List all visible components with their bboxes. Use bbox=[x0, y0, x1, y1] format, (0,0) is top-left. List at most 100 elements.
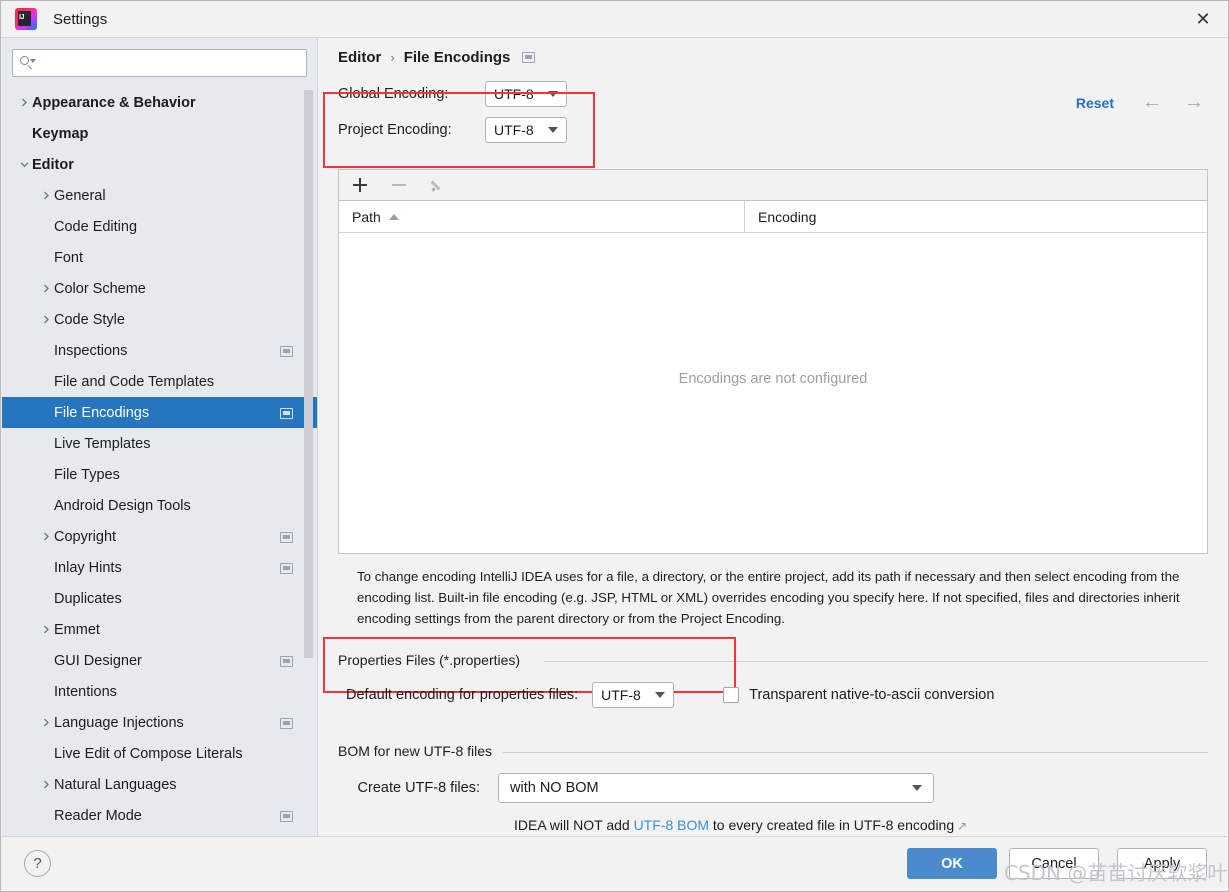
create-utf8-row: Create UTF-8 files: with NO BOM bbox=[346, 773, 934, 803]
create-utf8-value: with NO BOM bbox=[510, 780, 599, 796]
sidebar-item-intentions[interactable]: Intentions bbox=[2, 676, 317, 707]
panel-icon bbox=[280, 345, 293, 357]
chevron-down-icon[interactable] bbox=[16, 160, 32, 169]
sidebar-item-copyright[interactable]: Copyright bbox=[2, 521, 317, 552]
sidebar-item-label: Natural Languages bbox=[54, 776, 177, 793]
properties-encoding-dropdown[interactable]: UTF-8 bbox=[592, 682, 675, 708]
panel-icon bbox=[280, 717, 293, 729]
transparent-conversion-checkbox[interactable] bbox=[723, 687, 740, 703]
cancel-button[interactable]: Cancel bbox=[1009, 848, 1099, 879]
nav-forward-icon[interactable]: → bbox=[1181, 91, 1207, 113]
chevron-down-icon bbox=[548, 127, 558, 133]
table-body: Encodings are not configured bbox=[339, 233, 1207, 552]
sidebar-item-code-style[interactable]: Code Style bbox=[2, 304, 317, 335]
sidebar-item-natural-languages[interactable]: Natural Languages bbox=[2, 769, 317, 800]
global-encoding-dropdown[interactable]: UTF-8 bbox=[485, 81, 567, 107]
chevron-down-icon bbox=[912, 785, 922, 791]
encodings-description: To change encoding IntelliJ IDEA uses fo… bbox=[357, 569, 1180, 626]
properties-group-divider bbox=[544, 661, 1208, 662]
settings-sidebar: Appearance & Behavior Keymap Editor General… bbox=[2, 38, 318, 836]
sidebar-item-general[interactable]: General bbox=[2, 180, 317, 211]
sidebar-item-file-types[interactable]: File Types bbox=[2, 459, 317, 490]
sidebar-item-label: Android Design Tools bbox=[54, 497, 191, 514]
sidebar-item-label: General bbox=[54, 187, 106, 204]
main-panel: Editor › File Encodings Reset ← → Global… bbox=[319, 38, 1227, 836]
sidebar-item-emmet[interactable]: Emmet bbox=[2, 614, 317, 645]
sidebar-item-label: Live Templates bbox=[54, 435, 151, 452]
global-encoding-label: Global Encoding: bbox=[338, 86, 449, 102]
sidebar-item-duplicates[interactable]: Duplicates bbox=[2, 583, 317, 614]
settings-tree: Appearance & Behavior Keymap Editor General… bbox=[2, 85, 317, 831]
properties-group-title: Properties Files (*.properties) bbox=[338, 652, 529, 668]
nav-back-icon[interactable]: ← bbox=[1139, 91, 1165, 113]
sidebar-item-file-encodings[interactable]: File Encodings bbox=[2, 397, 317, 428]
chevron-right-icon[interactable] bbox=[38, 315, 54, 324]
sidebar-item-live-edit-of-compose-literals[interactable]: Live Edit of Compose Literals bbox=[2, 738, 317, 769]
sidebar-item-inlay-hints[interactable]: Inlay Hints bbox=[2, 552, 317, 583]
sidebar-item-label: Emmet bbox=[54, 621, 100, 638]
sidebar-item-file-and-code-templates[interactable]: File and Code Templates bbox=[2, 366, 317, 397]
sidebar-item-keymap[interactable]: Keymap bbox=[2, 118, 317, 149]
sidebar-item-code-editing[interactable]: Code Editing bbox=[2, 211, 317, 242]
chevron-right-icon[interactable] bbox=[16, 98, 32, 107]
sidebar-item-label: Code Editing bbox=[54, 218, 138, 235]
sidebar-item-appearance-behavior[interactable]: Appearance & Behavior bbox=[2, 87, 317, 118]
table-header-path[interactable]: Path bbox=[339, 201, 745, 232]
sidebar-scrollbar[interactable] bbox=[304, 90, 313, 658]
sidebar-item-label: Reader Mode bbox=[54, 807, 142, 824]
sidebar-item-live-templates[interactable]: Live Templates bbox=[2, 428, 317, 459]
sidebar-item-label: Language Injections bbox=[54, 714, 184, 731]
table-header-encoding[interactable]: Encoding bbox=[745, 201, 1207, 232]
project-encoding-dropdown[interactable]: UTF-8 bbox=[485, 117, 567, 143]
encodings-table: Path Encoding Encodings are not configur… bbox=[338, 169, 1208, 554]
sidebar-scrollbar-thumb[interactable] bbox=[304, 90, 313, 658]
bom-note: IDEA will NOT add UTF-8 BOM to every cre… bbox=[514, 817, 967, 833]
sidebar-item-editor[interactable]: Editor bbox=[2, 149, 317, 180]
sidebar-item-reader-mode[interactable]: Reader Mode bbox=[2, 800, 317, 831]
chevron-right-icon[interactable] bbox=[38, 780, 54, 789]
sidebar-item-label: Color Scheme bbox=[54, 280, 146, 297]
sidebar-item-label: GUI Designer bbox=[54, 652, 142, 669]
sidebar-item-gui-designer[interactable]: GUI Designer bbox=[2, 645, 317, 676]
breadcrumb-parent[interactable]: Editor bbox=[338, 49, 381, 66]
properties-encoding-row: Default encoding for properties files: U… bbox=[346, 682, 994, 708]
transparent-conversion-row[interactable]: Transparent native-to-ascii conversion bbox=[723, 687, 994, 703]
ok-button[interactable]: OK bbox=[907, 848, 997, 879]
sidebar-item-color-scheme[interactable]: Color Scheme bbox=[2, 273, 317, 304]
sidebar-item-inspections[interactable]: Inspections bbox=[2, 335, 317, 366]
bom-note-suffix: to every created file in UTF-8 encoding bbox=[709, 817, 955, 833]
search-input[interactable] bbox=[37, 54, 300, 72]
chevron-right-icon[interactable] bbox=[38, 284, 54, 293]
apply-button[interactable]: Apply bbox=[1117, 848, 1207, 879]
chevron-right-icon[interactable] bbox=[38, 191, 54, 200]
panel-icon bbox=[280, 655, 293, 667]
close-icon[interactable]: ✕ bbox=[1178, 1, 1228, 37]
help-icon[interactable]: ? bbox=[24, 850, 51, 877]
settings-dialog: IJ Settings ✕ Appearance & Behavior Keyma… bbox=[0, 0, 1229, 892]
create-utf8-dropdown[interactable]: with NO BOM bbox=[498, 773, 934, 803]
properties-encoding-label: Default encoding for properties files: bbox=[346, 687, 579, 703]
panel-icon bbox=[280, 407, 293, 419]
breadcrumb-separator: › bbox=[390, 49, 395, 65]
add-icon[interactable] bbox=[351, 176, 369, 194]
sidebar-item-android-design-tools[interactable]: Android Design Tools bbox=[2, 490, 317, 521]
table-toolbar bbox=[339, 170, 1207, 201]
bom-group-divider bbox=[503, 752, 1208, 753]
transparent-conversion-label: Transparent native-to-ascii conversion bbox=[749, 687, 995, 703]
panel-icon bbox=[280, 810, 293, 822]
search-box[interactable] bbox=[12, 49, 307, 77]
title-bar: IJ Settings ✕ bbox=[1, 1, 1228, 38]
chevron-down-icon bbox=[548, 91, 558, 97]
chevron-right-icon[interactable] bbox=[38, 532, 54, 541]
sidebar-item-label: Code Style bbox=[54, 311, 125, 328]
reset-link[interactable]: Reset bbox=[1076, 95, 1114, 111]
utf8-bom-link[interactable]: UTF-8 BOM bbox=[634, 817, 709, 833]
sidebar-item-font[interactable]: Font bbox=[2, 242, 317, 273]
breadcrumb: Editor › File Encodings bbox=[319, 38, 1227, 76]
window-title: Settings bbox=[53, 10, 108, 28]
chevron-right-icon[interactable] bbox=[38, 625, 54, 634]
sidebar-item-language-injections[interactable]: Language Injections bbox=[2, 707, 317, 738]
chevron-right-icon[interactable] bbox=[38, 718, 54, 727]
sidebar-item-label: Font bbox=[54, 249, 84, 266]
breadcrumb-current: File Encodings bbox=[403, 48, 511, 66]
